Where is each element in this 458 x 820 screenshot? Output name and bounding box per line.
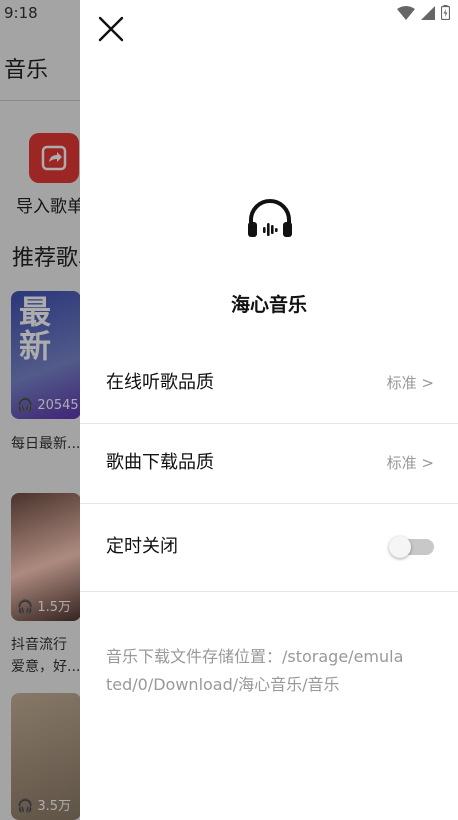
toggle-knob: [389, 536, 411, 558]
app-name: 海心音乐: [230, 294, 307, 316]
headphones-logo-icon: [248, 199, 292, 237]
sleep-timer-toggle[interactable]: [389, 536, 434, 558]
setting-label: 定时关闭: [106, 536, 178, 557]
close-icon[interactable]: [94, 12, 128, 46]
online-quality-setting[interactable]: 在线听歌品质 标准 >: [80, 343, 458, 424]
sleep-timer-setting: 定时关闭: [80, 503, 458, 592]
setting-value: 标准 >: [386, 454, 434, 472]
storage-location-text: 音乐下载文件存储位置：/storage/emulated/0/Download/…: [106, 647, 404, 694]
battery-icon: [441, 5, 450, 20]
download-quality-setting[interactable]: 歌曲下载品质 标准 >: [80, 423, 458, 504]
status-icons: [397, 5, 450, 20]
settings-drawer: 海心音乐 在线听歌品质 标准 > 歌曲下载品质 标准 > 定时关闭 音乐下载文件…: [80, 0, 458, 820]
setting-label: 在线听歌品质: [106, 372, 214, 393]
setting-label: 歌曲下载品质: [106, 452, 214, 473]
drawer-scrim[interactable]: [0, 0, 80, 820]
signal-icon: [421, 5, 435, 20]
setting-value: 标准 >: [386, 374, 434, 392]
wifi-icon: [397, 5, 415, 20]
